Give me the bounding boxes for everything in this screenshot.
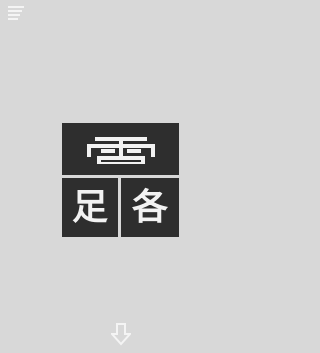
character-grid: 足 各 [0, 0, 245, 353]
character-tile-bottom-right[interactable]: 各 [121, 178, 179, 237]
character-bottom-right: 各 [131, 186, 168, 228]
stretched-character-glyph [86, 137, 155, 164]
down-arrow-button[interactable] [109, 322, 133, 346]
character-tile-top[interactable] [62, 123, 179, 175]
character-tile-bottom-left[interactable]: 足 [62, 178, 118, 237]
down-arrow-icon [109, 323, 133, 346]
character-bottom-left: 足 [71, 186, 108, 228]
